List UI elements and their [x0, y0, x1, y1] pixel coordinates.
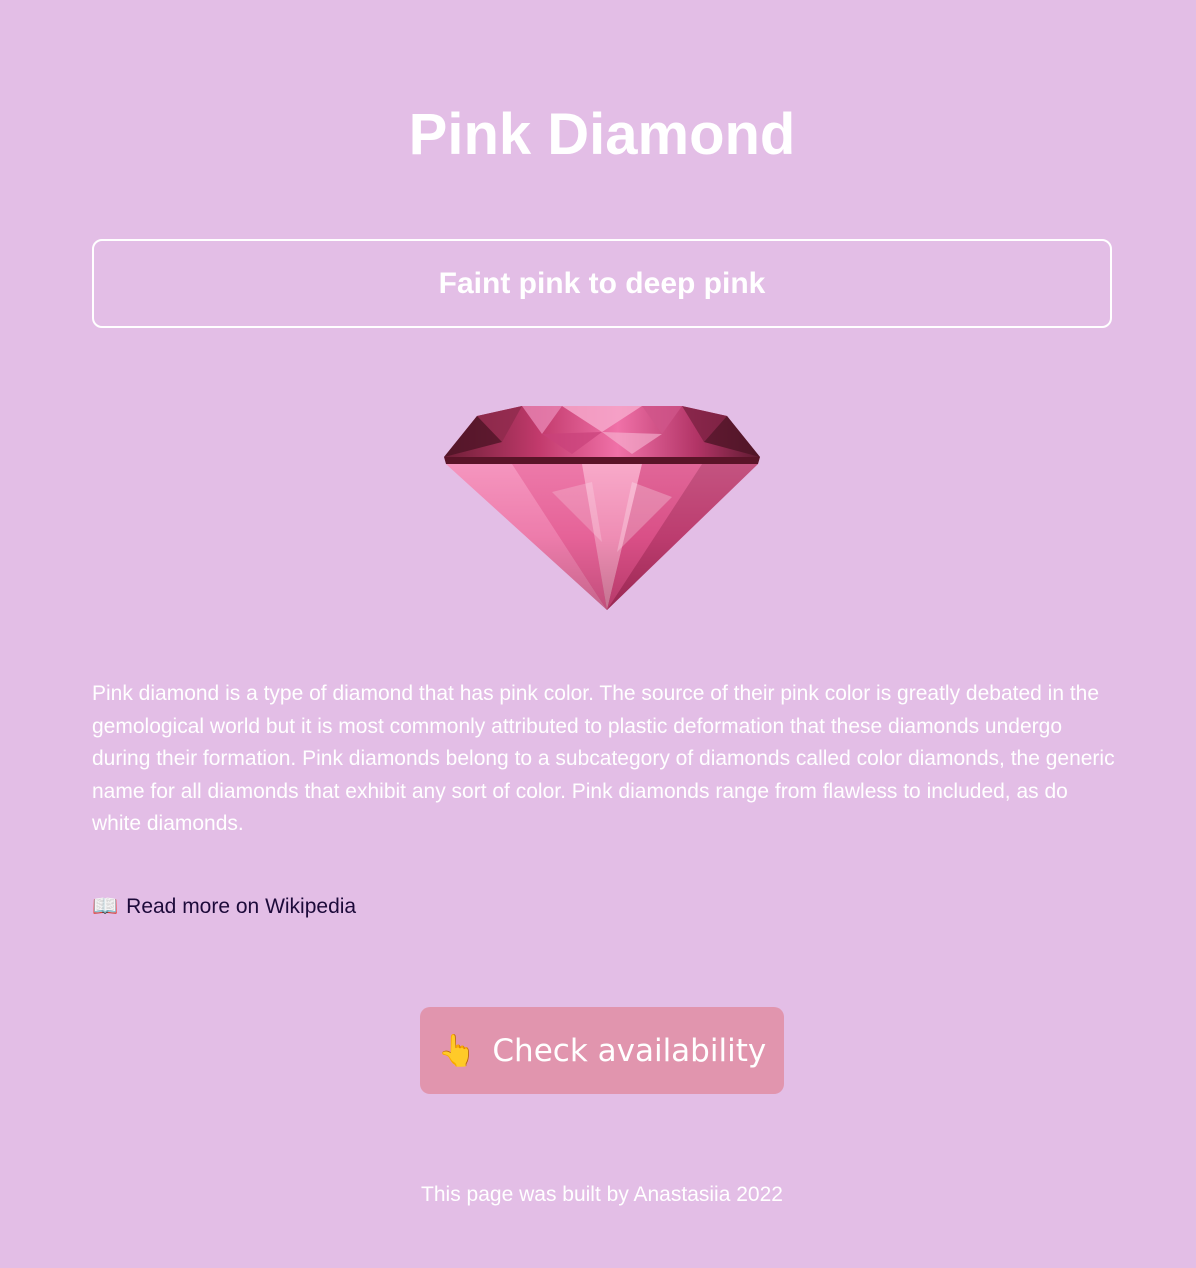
footer-text: This page was built by Anastasiia 2022 [421, 1183, 783, 1206]
pointing-finger-icon: 👆 [437, 1033, 477, 1069]
wikipedia-link-label: Read more on Wikipedia [126, 895, 357, 918]
wikipedia-link[interactable]: 📖 Read more on Wikipedia [92, 892, 356, 922]
pink-diamond-image [442, 402, 762, 614]
open-book-icon: 📖 [92, 895, 119, 918]
page-title: Pink Diamond [408, 102, 796, 167]
subtitle-box: Faint pink to deep pink [92, 239, 1112, 328]
check-availability-button[interactable]: 👆 Check availability [420, 1007, 784, 1094]
description-text: Pink diamond is a type of diamond that h… [92, 682, 1115, 835]
check-availability-label: Check availability [492, 1032, 767, 1069]
subtitle-text: Faint pink to deep pink [438, 266, 766, 300]
